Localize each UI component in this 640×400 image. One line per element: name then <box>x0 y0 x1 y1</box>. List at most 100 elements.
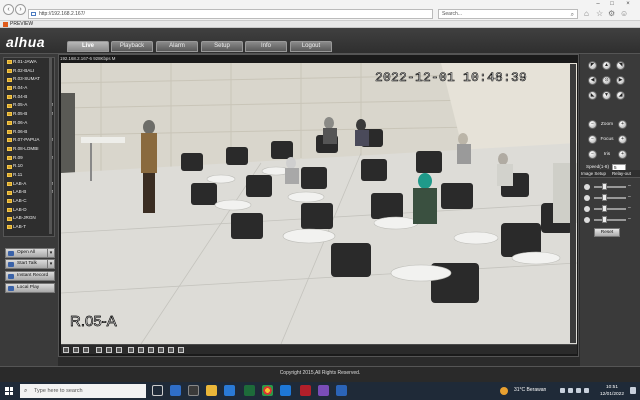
channel-item[interactable]: R.02-BALI <box>4 67 54 76</box>
camera-feed[interactable] <box>61 63 577 344</box>
layout-8-icon[interactable] <box>96 347 102 353</box>
record-icon[interactable] <box>138 347 144 353</box>
network-icon[interactable] <box>568 388 573 393</box>
channel-item[interactable]: R.08-LOMBI <box>4 145 54 154</box>
app-icon[interactable] <box>318 385 329 396</box>
back-arrow-icon[interactable]: ‹ <box>3 4 14 15</box>
layout-4-icon[interactable] <box>73 347 79 353</box>
slider-handle[interactable] <box>601 205 607 212</box>
close-icon[interactable]: × <box>622 0 634 8</box>
image-adjust-slider[interactable] <box>594 219 626 221</box>
reset-button[interactable]: Reset <box>594 228 620 237</box>
ptz-left-icon[interactable]: ◀ <box>588 76 597 85</box>
tab-live[interactable]: Live <box>67 41 109 52</box>
video-scrollbar[interactable] <box>570 64 576 343</box>
mail-icon[interactable] <box>224 385 235 396</box>
ptz-auto-icon[interactable]: ⊙ <box>602 76 611 85</box>
image-adjust-slider[interactable] <box>594 186 626 188</box>
channel-item[interactable]: R.10 <box>4 162 54 171</box>
address-bar[interactable]: http://192.168.2.167/ <box>28 9 433 19</box>
slider-handle[interactable] <box>601 194 607 201</box>
layout-16-icon[interactable] <box>116 347 122 353</box>
channel-item[interactable]: R.04-B <box>4 93 54 102</box>
iris-open-icon[interactable]: + <box>618 150 627 159</box>
tab-alarm[interactable]: Alarm <box>156 41 198 52</box>
channel-item[interactable]: R.09M <box>4 154 54 163</box>
chevron-down-icon[interactable]: ▾ <box>47 260 54 268</box>
channel-item[interactable]: LAB-BM <box>4 188 54 197</box>
taskbar-search-input[interactable]: ⌕ Type here to search <box>20 384 146 398</box>
forward-arrow-icon[interactable]: › <box>15 4 26 15</box>
channel-item[interactable]: R.05-BM <box>4 110 54 119</box>
windows-start-icon[interactable] <box>5 387 13 395</box>
home-icon[interactable]: ⌂ <box>584 9 589 19</box>
zoom-icon[interactable] <box>158 347 164 353</box>
ptz-down-right-icon[interactable]: ◢ <box>616 91 625 100</box>
channel-item[interactable]: LAB-T <box>4 223 54 232</box>
tab-logout[interactable]: Logout <box>290 41 332 52</box>
slider-handle[interactable] <box>601 216 607 223</box>
maximize-icon[interactable]: □ <box>606 0 618 8</box>
word-icon[interactable] <box>336 385 347 396</box>
layout-9-icon[interactable] <box>106 347 112 353</box>
open-all-button[interactable]: Open All ▾ <box>5 248 55 258</box>
ptz-up-right-icon[interactable]: ◥ <box>616 61 625 70</box>
focus-in-icon[interactable]: + <box>618 135 627 144</box>
notification-icon[interactable] <box>630 387 636 394</box>
snapshot-icon[interactable] <box>128 347 134 353</box>
tab-setup[interactable]: Setup <box>201 41 243 52</box>
keyboard-icon[interactable] <box>584 388 589 393</box>
excel-icon[interactable] <box>244 385 255 396</box>
browser-search-input[interactable]: Search... ⌕ <box>438 9 578 19</box>
tab-relay-out[interactable]: Relay-out <box>612 171 631 176</box>
slider-handle[interactable] <box>601 183 607 190</box>
channel-item[interactable]: R.06-A <box>4 119 54 128</box>
channel-item[interactable]: R.01-JAWA <box>4 58 54 67</box>
gear-icon[interactable]: ⚙ <box>608 9 615 19</box>
channel-item[interactable]: R.11 <box>4 171 54 180</box>
ptz-right-icon[interactable]: ▶ <box>616 76 625 85</box>
image-adjust-slider[interactable] <box>594 197 626 199</box>
tab-info[interactable]: Info <box>245 41 287 52</box>
volume-icon[interactable] <box>576 388 581 393</box>
smiley-icon[interactable]: ☺ <box>620 9 628 19</box>
tray-weather[interactable]: 31°C Berawan <box>514 387 546 393</box>
start-talk-button[interactable]: Start Talk ▾ <box>5 259 55 269</box>
ptz-up-icon[interactable]: ▲ <box>602 61 611 70</box>
zoom-in-icon[interactable]: + <box>618 120 627 129</box>
channel-list-scrollbar[interactable] <box>49 58 52 234</box>
close-all-icon[interactable] <box>178 347 184 353</box>
minimize-icon[interactable]: – <box>592 0 604 8</box>
channel-item[interactable]: R.05-AM <box>4 101 54 110</box>
fullscreen-icon[interactable] <box>83 347 89 353</box>
channel-item[interactable]: LAB-C <box>4 197 54 206</box>
chrome-icon[interactable] <box>262 385 273 396</box>
audio-icon[interactable] <box>148 347 154 353</box>
ptz-down-icon[interactable]: ▼ <box>602 91 611 100</box>
channel-item[interactable]: R.04-A <box>4 84 54 93</box>
edge-icon[interactable] <box>170 385 181 396</box>
chevron-down-icon[interactable]: ▾ <box>47 249 54 257</box>
pdf-icon[interactable] <box>300 385 311 396</box>
file-explorer-icon[interactable] <box>206 385 217 396</box>
internet-explorer-icon[interactable] <box>280 385 291 396</box>
ptz-down-left-icon[interactable]: ◣ <box>588 91 597 100</box>
channel-item[interactable]: LAB-AM <box>4 180 54 189</box>
store-icon[interactable] <box>188 385 199 396</box>
instant-record-button[interactable]: Instant Record <box>5 271 55 281</box>
channel-item[interactable]: R.06-B <box>4 128 54 137</box>
close-window-icon[interactable] <box>168 347 174 353</box>
local-play-button[interactable]: Local Play <box>5 283 55 293</box>
layout-1-icon[interactable] <box>63 347 69 353</box>
tab-image-setup[interactable]: Image Setup <box>581 171 606 176</box>
favorites-star-icon[interactable]: ☆ <box>596 9 603 19</box>
browser-tab[interactable]: PREVIEW <box>2 21 33 28</box>
ptz-up-left-icon[interactable]: ◤ <box>588 61 597 70</box>
tray-clock[interactable]: 10:51 12/01/2022 <box>598 384 626 398</box>
image-adjust-slider[interactable] <box>594 208 626 210</box>
channel-item[interactable]: LAB-D <box>4 206 54 215</box>
channel-item[interactable]: R.07-PAPUAM <box>4 136 54 145</box>
channel-item[interactable]: R.03-SUMAT <box>4 75 54 84</box>
channel-item[interactable]: LAB-JRGN <box>4 214 54 223</box>
tab-playback[interactable]: Playback <box>111 41 153 52</box>
